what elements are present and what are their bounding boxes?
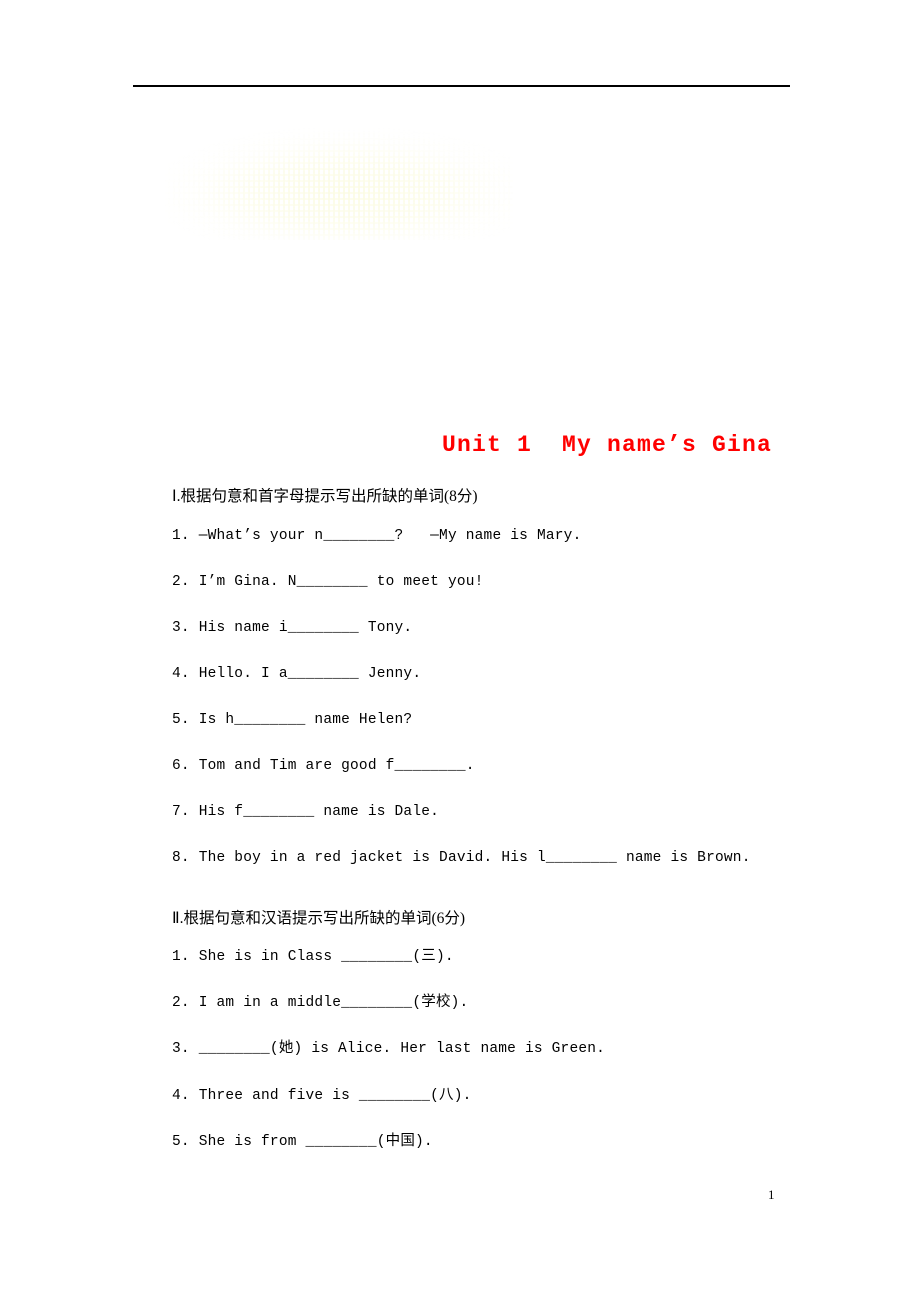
section-one: Ⅰ.根据句意和首字母提示写出所缺的单词(8分) 1. —What’s your … — [172, 488, 832, 868]
question-item: 6. Tom and Tim are good f________. — [172, 758, 475, 775]
section-two: Ⅱ.根据句意和汉语提示写出所缺的单词(6分) 1. She is in Clas… — [172, 910, 832, 1151]
page-title: Unit 1 My name’s Gina — [441, 432, 772, 458]
question-item: 3. His name i________ Tony. — [172, 619, 413, 636]
question-item: 4. Hello. I a________ Jenny. — [172, 665, 422, 682]
question-item: 5. Is h________ name Helen? — [172, 712, 413, 729]
question-item: 2. I’m Gina. N________ to meet you! — [172, 573, 484, 590]
question-item: 1. She is in Class ________(三). — [172, 949, 454, 966]
question-item: 4. Three and five is ________(八). — [172, 1087, 472, 1104]
exercise-content: Ⅰ.根据句意和首字母提示写出所缺的单词(8分) 1. —What’s your … — [172, 488, 832, 1179]
scan-watermark — [165, 128, 513, 240]
question-item: 5. She is from ________(中国). — [172, 1133, 433, 1150]
question-item: 2. I am in a middle________(学校). — [172, 995, 469, 1012]
section-one-heading: Ⅰ.根据句意和首字母提示写出所缺的单词(8分) — [172, 488, 478, 505]
header-rule — [133, 85, 790, 87]
page-number: 1 — [768, 1187, 775, 1202]
question-item: 3. ________(她) is Alice. Her last name i… — [172, 1041, 606, 1058]
question-item: 7. His f________ name is Dale. — [172, 804, 440, 821]
worksheet-page: Unit 1 My name’s Gina Ⅰ.根据句意和首字母提示写出所缺的单… — [0, 0, 920, 1302]
question-item: 1. —What’s your n________? —My name is M… — [172, 527, 582, 544]
question-item: 8. The boy in a red jacket is David. His… — [172, 850, 751, 867]
section-two-heading: Ⅱ.根据句意和汉语提示写出所缺的单词(6分) — [172, 909, 466, 927]
